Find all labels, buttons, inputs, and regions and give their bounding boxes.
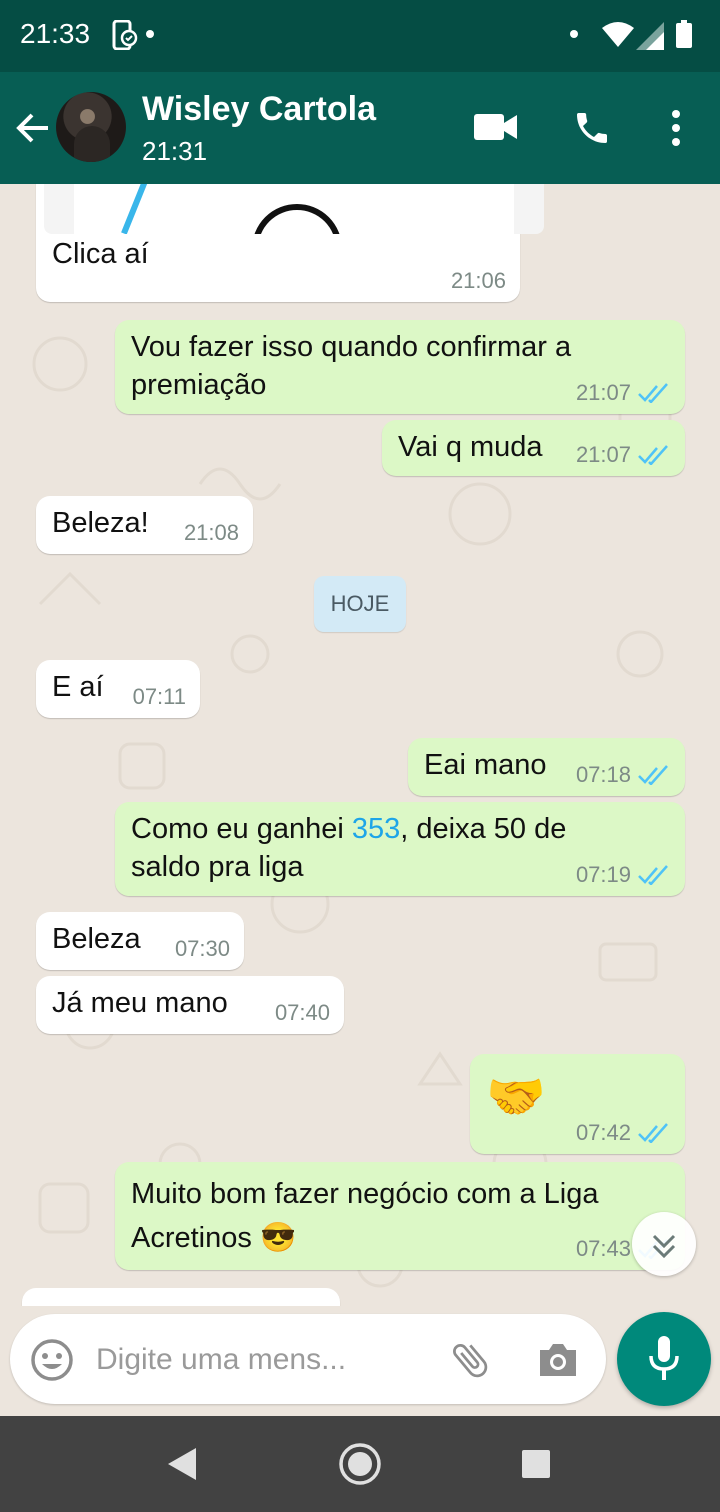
- message-time: 21:08: [183, 520, 239, 545]
- signal-icon: [636, 22, 664, 50]
- message-time: 07:42: [576, 1120, 671, 1146]
- last-seen: 21:31: [142, 136, 208, 166]
- notification-dot-icon: [146, 30, 154, 38]
- message-incoming[interactable]: Beleza 07:30: [36, 912, 244, 970]
- video-call-icon[interactable]: [474, 112, 518, 142]
- message-input[interactable]: [94, 1336, 408, 1384]
- read-ticks-icon: [638, 865, 668, 885]
- status-time: 21:33: [20, 18, 91, 49]
- handshake-emoji: 🤝: [486, 1071, 546, 1124]
- emoji-icon[interactable]: [30, 1338, 74, 1382]
- mic-icon: [649, 1336, 679, 1380]
- nav-home-icon[interactable]: [338, 1442, 382, 1486]
- nav-recent-apps-icon[interactable]: [522, 1450, 550, 1478]
- avatar[interactable]: [56, 92, 126, 162]
- message-outgoing[interactable]: Eai mano 07:18: [408, 738, 685, 796]
- read-ticks-icon: [638, 383, 668, 403]
- camera-icon[interactable]: [536, 1340, 580, 1380]
- message-text: Como eu ganhei 353, deixa 50 de saldo pr…: [131, 813, 567, 883]
- battery-icon: [676, 20, 692, 48]
- back-arrow-icon[interactable]: [14, 110, 50, 146]
- message-time: 07:18: [576, 762, 671, 788]
- contact-name[interactable]: Wisley Cartola: [142, 90, 376, 129]
- read-ticks-icon: [638, 445, 668, 465]
- scroll-to-bottom-button[interactable]: [632, 1212, 696, 1276]
- message-outgoing[interactable]: Vai q muda 21:07: [382, 420, 685, 476]
- more-vert-icon[interactable]: [664, 108, 688, 148]
- message-incoming-partial[interactable]: [22, 1288, 340, 1306]
- phone-icon[interactable]: [572, 108, 612, 148]
- notification-dot-icon: [570, 30, 578, 38]
- day-divider: HOJE: [314, 576, 406, 632]
- message-text: Muito bom fazer negócio com a Liga Acret…: [131, 1178, 599, 1254]
- message-outgoing[interactable]: Como eu ganhei 353, deixa 50 de saldo pr…: [115, 802, 685, 896]
- status-bar: 21:33: [0, 0, 720, 72]
- nav-back-icon[interactable]: [166, 1446, 198, 1482]
- phone-sync-icon: [112, 20, 138, 50]
- message-composer: [10, 1314, 606, 1404]
- message-time: 07:19: [576, 862, 671, 888]
- message-time: 07:11: [132, 684, 186, 709]
- message-incoming[interactable]: Clica aí 21:06: [36, 184, 544, 302]
- message-time: 21:06: [450, 268, 506, 293]
- attach-icon[interactable]: [448, 1338, 492, 1382]
- message-outgoing[interactable]: Vou fazer isso quando confirmar a premia…: [115, 320, 685, 414]
- message-text: Clica aí: [52, 238, 149, 270]
- voice-record-button[interactable]: [617, 1312, 711, 1406]
- read-ticks-icon: [638, 1123, 668, 1143]
- number-link[interactable]: 353: [352, 813, 400, 845]
- message-time: 07:30: [174, 936, 230, 961]
- wifi-icon: [602, 22, 634, 47]
- system-nav-bar: [0, 1416, 720, 1512]
- read-ticks-icon: [638, 765, 668, 785]
- message-incoming[interactable]: Beleza! 21:08: [36, 496, 253, 554]
- message-text: Vou fazer isso quando confirmar a premia…: [131, 331, 572, 401]
- chevron-double-down-icon: [652, 1234, 676, 1259]
- message-incoming[interactable]: Já meu mano 07:40: [36, 976, 344, 1034]
- message-list[interactable]: Clica aí 21:06 Vou fazer isso quando con…: [0, 184, 720, 1306]
- message-time: 07:40: [274, 1000, 330, 1025]
- message-outgoing[interactable]: 🤝 07:42: [470, 1054, 685, 1154]
- link-preview[interactable]: [44, 184, 544, 234]
- message-time: 21:07: [576, 380, 671, 406]
- chat-header: Wisley Cartola 21:31: [0, 72, 720, 184]
- message-outgoing[interactable]: Muito bom fazer negócio com a Liga Acret…: [115, 1162, 685, 1270]
- message-time: 21:07: [576, 442, 671, 468]
- message-incoming[interactable]: E aí 07:11: [36, 660, 200, 718]
